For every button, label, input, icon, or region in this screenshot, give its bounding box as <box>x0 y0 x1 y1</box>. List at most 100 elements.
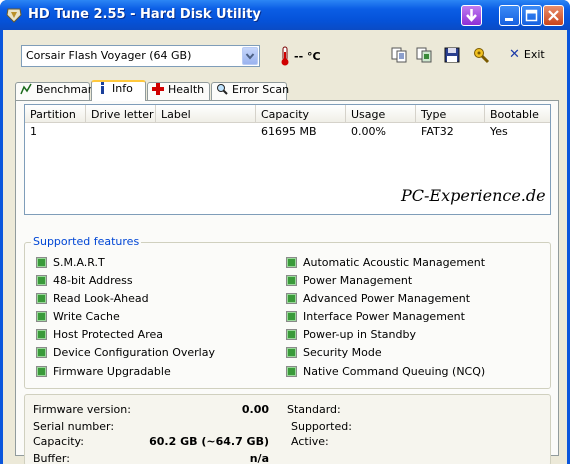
drive-info-box: Firmware version: 0.00 Serial number: Ca… <box>24 394 551 464</box>
feature-ncq: Native Command Queuing (NCQ) <box>286 365 485 379</box>
feature-48bit-address: 48-bit Address <box>36 274 133 288</box>
feature-label: Write Cache <box>53 310 120 323</box>
checkbox-icon <box>36 257 47 268</box>
maximize-icon <box>525 9 538 22</box>
exit-x-icon: ✕ <box>509 47 520 62</box>
cell-usage: 0.00% <box>351 125 386 138</box>
feature-label: Firmware Upgradable <box>53 365 171 378</box>
feature-host-protected-area: Host Protected Area <box>36 328 163 342</box>
capacity-label: Capacity: <box>33 435 84 448</box>
feature-label: Host Protected Area <box>53 328 163 341</box>
feature-power-management: Power Management <box>286 274 412 288</box>
feature-label: Interface Power Management <box>303 310 465 323</box>
firmware-label: Firmware version: <box>33 403 131 416</box>
checkbox-icon <box>36 293 47 304</box>
checkbox-icon <box>286 257 297 268</box>
column-label[interactable]: Label <box>156 105 256 123</box>
exit-label: Exit <box>523 48 545 61</box>
serial-label: Serial number: <box>33 420 115 433</box>
tab-error-scan[interactable]: Error Scan <box>211 82 290 100</box>
feature-power-up-in-standby: Power-up in Standby <box>286 328 416 342</box>
tab-health-label: Health <box>168 83 205 96</box>
app-window: HD Tune 2.55 - Hard Disk Utility Corsair… <box>0 0 570 464</box>
checkbox-icon <box>36 366 47 377</box>
copy-screenshot-icon[interactable] <box>415 46 433 64</box>
tab-info[interactable]: Info <box>91 80 146 101</box>
save-disk-icon[interactable] <box>443 46 461 64</box>
feature-label: Security Mode <box>303 346 382 359</box>
feature-security-mode: Security Mode <box>286 346 382 360</box>
magnifier-icon <box>217 84 228 95</box>
column-type[interactable]: Type <box>416 105 485 123</box>
feature-label: Power-up in Standby <box>303 328 416 341</box>
drive-select[interactable]: Corsair Flash Voyager (64 GB) <box>21 45 260 67</box>
buffer-value: n/a <box>249 452 269 464</box>
column-bootable[interactable]: Bootable <box>485 105 550 123</box>
column-usage[interactable]: Usage <box>346 105 416 123</box>
minimize-button[interactable] <box>499 5 520 26</box>
chevron-down-icon[interactable] <box>242 47 258 65</box>
hdtune-app-icon <box>6 8 22 23</box>
close-icon <box>548 10 559 21</box>
window-title: HD Tune 2.55 - Hard Disk Utility <box>28 7 261 22</box>
info-panel: Partition Drive letter Label Capacity Us… <box>15 100 559 464</box>
active-label: Active: <box>291 435 329 448</box>
column-capacity[interactable]: Capacity <box>256 105 346 123</box>
feature-label: Device Configuration Overlay <box>53 346 215 359</box>
feature-read-look-ahead: Read Look-Ahead <box>36 292 149 306</box>
checkbox-icon <box>286 293 297 304</box>
thermometer-icon <box>281 46 289 66</box>
tab-info-label: Info <box>112 82 133 95</box>
feature-label: Read Look-Ahead <box>53 292 149 305</box>
close-button[interactable] <box>543 5 564 26</box>
supported-features-group: Supported features S.M.A.R.T 48-bit Addr… <box>24 235 551 389</box>
temperature-readout: -- °C <box>294 50 321 63</box>
download-arrow-icon <box>466 9 477 22</box>
cell-bootable: Yes <box>490 125 508 138</box>
tab-benchmark[interactable]: Benchmark <box>15 82 99 100</box>
checkbox-icon <box>286 366 297 377</box>
capacity-value: 60.2 GB (~64.7 GB) <box>149 435 269 448</box>
partition-list-header: Partition Drive letter Label Capacity Us… <box>25 105 550 123</box>
drive-select-value: Corsair Flash Voyager (64 GB) <box>26 49 192 62</box>
client-area: Corsair Flash Voyager (64 GB) -- °C ✕ Ex… <box>3 30 567 464</box>
checkbox-icon <box>36 329 47 340</box>
feature-label: 48-bit Address <box>53 274 133 287</box>
checkbox-icon <box>286 275 297 286</box>
health-cross-icon <box>152 83 164 95</box>
feature-label: Advanced Power Management <box>303 292 471 305</box>
checkbox-icon <box>36 347 47 358</box>
checkbox-icon <box>286 347 297 358</box>
standard-label: Standard: <box>287 403 341 416</box>
minimize-icon <box>505 18 513 21</box>
feature-device-configuration-overlay: Device Configuration Overlay <box>36 346 215 360</box>
maximize-button[interactable] <box>521 5 542 26</box>
tab-benchmark-label: Benchmark <box>36 83 99 96</box>
buffer-label: Buffer: <box>33 452 70 464</box>
column-partition[interactable]: Partition <box>25 105 86 123</box>
feature-label: Automatic Acoustic Management <box>303 256 486 269</box>
feature-interface-power-management: Interface Power Management <box>286 310 465 324</box>
cell-type: FAT32 <box>421 125 454 138</box>
feature-label: S.M.A.R.T <box>53 256 105 269</box>
checkbox-icon <box>286 329 297 340</box>
title-bar[interactable]: HD Tune 2.55 - Hard Disk Utility <box>0 0 570 30</box>
watermark-text: PC-Experience.de <box>401 186 546 205</box>
feature-firmware-upgradable: Firmware Upgradable <box>36 365 171 379</box>
column-drive-letter[interactable]: Drive letter <box>86 105 156 123</box>
feature-label: Native Command Queuing (NCQ) <box>303 365 486 378</box>
feature-advanced-power-management: Advanced Power Management <box>286 292 470 306</box>
checkbox-icon <box>36 275 47 286</box>
cell-partition: 1 <box>30 125 37 138</box>
tab-health[interactable]: Health <box>147 82 210 100</box>
exit-button[interactable]: ✕ Exit <box>509 47 545 65</box>
checkbox-icon <box>36 311 47 322</box>
options-icon[interactable] <box>472 46 490 64</box>
copy-text-icon[interactable] <box>390 46 408 64</box>
tab-error-scan-label: Error Scan <box>232 83 290 96</box>
supported-label: Supported: <box>291 420 352 433</box>
download-update-button[interactable] <box>461 5 482 26</box>
firmware-value: 0.00 <box>241 403 269 416</box>
feature-smart: S.M.A.R.T <box>36 256 105 270</box>
cell-capacity: 61695 MB <box>261 125 317 138</box>
